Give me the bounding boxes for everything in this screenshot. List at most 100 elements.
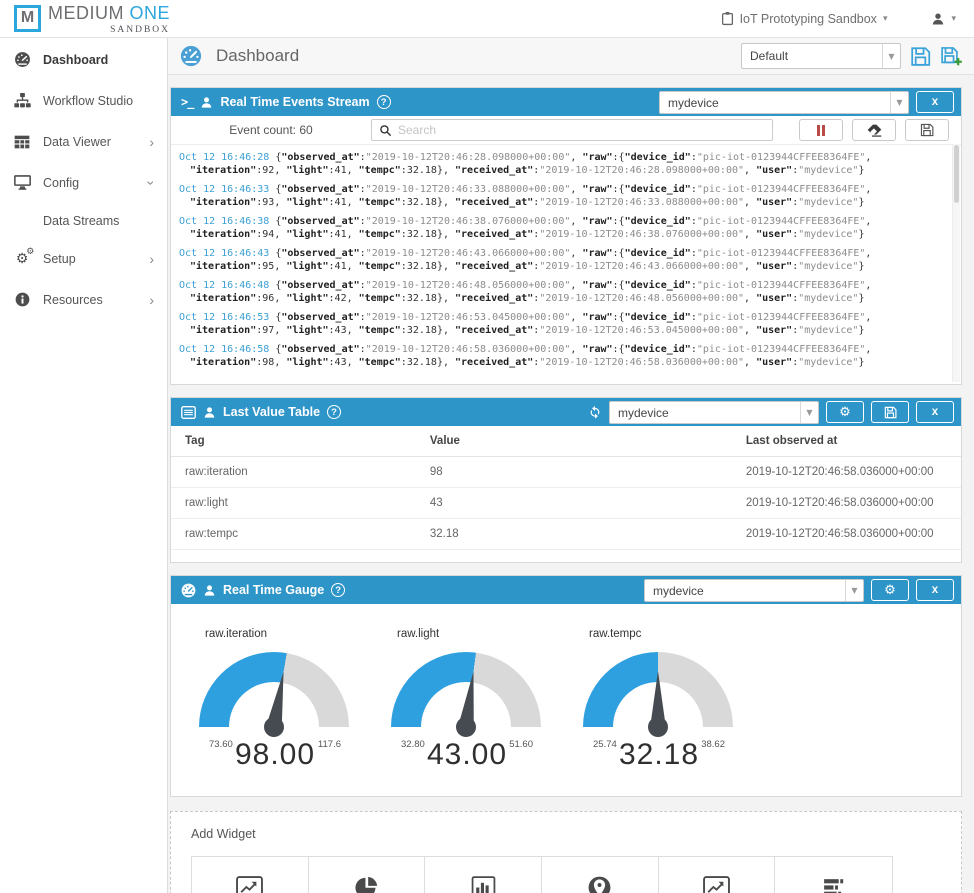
device-select-value: mydevice bbox=[610, 402, 800, 423]
help-icon[interactable]: ? bbox=[331, 583, 345, 597]
event-count: Event count: 60 bbox=[171, 123, 371, 137]
clear-button[interactable] bbox=[852, 119, 896, 141]
brand-name: MEDIUM ONE bbox=[48, 3, 170, 24]
panel-title: Last Value Table bbox=[223, 405, 320, 419]
gauge-panel: Real Time Gauge ? mydevice ▼ ⚙ x raw.ite… bbox=[170, 575, 962, 797]
help-icon[interactable]: ? bbox=[327, 405, 341, 419]
event-row: Oct 12 16:46:43 {"observed_at":"2019-10-… bbox=[179, 247, 945, 273]
save-button[interactable] bbox=[871, 401, 909, 423]
logo: M MEDIUM ONE SANDBOX bbox=[14, 3, 170, 35]
info-icon bbox=[13, 292, 31, 307]
scrollbar-thumb[interactable] bbox=[954, 145, 959, 203]
table-row: raw:light432019-10-12T20:46:58.036000+00… bbox=[171, 488, 961, 519]
save-icon bbox=[884, 406, 897, 419]
search-input[interactable] bbox=[398, 123, 765, 137]
environment-switcher[interactable]: IoT Prototyping Sandbox ▾ bbox=[721, 11, 888, 26]
save-new-icon[interactable] bbox=[940, 45, 962, 67]
gear-icon: ⚙ bbox=[839, 405, 851, 420]
add-widget-title: Add Widget bbox=[191, 827, 961, 841]
device-select[interactable]: mydevice ▼ bbox=[659, 91, 909, 114]
add-widget-table: Grouped Users Line Chart Grouped Users P… bbox=[191, 856, 893, 893]
search-icon bbox=[379, 124, 392, 137]
settings-button[interactable]: ⚙ bbox=[871, 579, 909, 601]
device-select-value: mydevice bbox=[660, 92, 890, 113]
sidebar-item-workflow-studio[interactable]: Workflow Studio bbox=[0, 80, 167, 121]
widget-single-user-cross-filter-chart[interactable]: Single User Cross Filter Chart bbox=[775, 857, 892, 893]
user-icon bbox=[203, 584, 216, 597]
gauges-row: raw.iteration 73.60 117.6 98.00 bbox=[171, 604, 961, 796]
gauge-label: raw.light bbox=[397, 628, 543, 640]
caret-down-icon: ▼ bbox=[890, 92, 908, 113]
sidebar-item-data-viewer[interactable]: Data Viewer › bbox=[0, 121, 167, 162]
pie-chart-icon bbox=[313, 872, 421, 893]
last-value-panel-header: Last Value Table ? mydevice ▼ ⚙ bbox=[171, 398, 961, 426]
gauge-label: raw.iteration bbox=[205, 628, 351, 640]
chevron-down-icon: › bbox=[144, 180, 160, 185]
device-select-value: mydevice bbox=[645, 580, 845, 601]
sidebar-item-data-streams[interactable]: Data Streams bbox=[0, 203, 167, 238]
close-button[interactable]: x bbox=[916, 91, 954, 113]
device-select[interactable]: mydevice ▼ bbox=[644, 579, 864, 602]
gears-icon: ⚙⚙ bbox=[13, 251, 31, 267]
desktop-icon bbox=[13, 175, 31, 190]
device-select[interactable]: mydevice ▼ bbox=[609, 401, 819, 424]
bar-chart-icon bbox=[429, 872, 537, 893]
widget-grouped-users-line-chart[interactable]: Grouped Users Line Chart bbox=[192, 857, 309, 893]
close-button[interactable]: x bbox=[916, 579, 954, 601]
chevron-right-icon: › bbox=[149, 134, 154, 150]
search-box[interactable] bbox=[371, 119, 773, 141]
gear-icon: ⚙ bbox=[884, 583, 896, 598]
sidebar: Dashboard Workflow Studio Data Viewer › … bbox=[0, 38, 168, 893]
page-header: Dashboard Default ▼ bbox=[168, 38, 974, 75]
settings-button[interactable]: ⚙ bbox=[826, 401, 864, 423]
user-icon bbox=[931, 12, 945, 26]
sidebar-item-config[interactable]: Config › bbox=[0, 162, 167, 203]
gauge-raw-tempc: raw.tempc 25.74 38.62 32.18 bbox=[583, 628, 735, 772]
add-widget-section: Add Widget Grouped Users Line Chart Grou bbox=[170, 811, 962, 893]
column-header-value: Value bbox=[416, 426, 732, 457]
sidebar-item-label: Resources bbox=[43, 293, 103, 307]
widget-grouped-users-bar-chart[interactable]: Grouped Users Bar Chart bbox=[425, 857, 542, 893]
caret-down-icon: ▾ bbox=[883, 14, 888, 24]
sidebar-item-resources[interactable]: Resources › bbox=[0, 279, 167, 320]
refresh-icon[interactable] bbox=[588, 405, 602, 419]
scrollbar[interactable] bbox=[952, 144, 960, 382]
sidebar-item-label: Data Streams bbox=[43, 214, 119, 228]
column-header-tag: Tag bbox=[171, 426, 416, 457]
chevron-right-icon: › bbox=[149, 251, 154, 267]
brand-subtitle: SANDBOX bbox=[48, 25, 170, 35]
chevron-right-icon: › bbox=[149, 292, 154, 308]
sidebar-item-setup[interactable]: ⚙⚙ Setup › bbox=[0, 238, 167, 279]
gauge-raw-iteration: raw.iteration 73.60 117.6 98.00 bbox=[199, 628, 351, 772]
help-icon[interactable]: ? bbox=[377, 95, 391, 109]
user-menu[interactable]: ▾ bbox=[931, 12, 956, 26]
sidebar-item-dashboard[interactable]: Dashboard bbox=[0, 39, 167, 80]
gauge-panel-header: Real Time Gauge ? mydevice ▼ ⚙ x bbox=[171, 576, 961, 604]
gauge-label: raw.tempc bbox=[589, 628, 735, 640]
close-button[interactable]: x bbox=[916, 401, 954, 423]
sidebar-item-label: Data Viewer bbox=[43, 135, 111, 149]
widget-grouped-users-geopoint-chart[interactable]: Grouped Users GeoPoint Chart bbox=[542, 857, 659, 893]
panel-title: Real Time Gauge bbox=[223, 583, 324, 597]
page-title: Dashboard bbox=[216, 46, 299, 66]
sidebar-item-label: Setup bbox=[43, 252, 76, 266]
save-icon[interactable] bbox=[910, 46, 931, 67]
sitemap-icon bbox=[13, 93, 31, 108]
events-stream-panel: >_ Real Time Events Stream ? mydevice ▼ … bbox=[170, 87, 962, 385]
user-icon bbox=[200, 96, 213, 109]
dashboard-preset-select[interactable]: Default ▼ bbox=[741, 43, 901, 69]
save-events-button[interactable] bbox=[905, 119, 949, 141]
sidebar-item-label: Config bbox=[43, 176, 79, 190]
last-value-tbody: raw:iteration982019-10-12T20:46:58.03600… bbox=[171, 457, 961, 550]
table-row: raw:tempc32.182019-10-12T20:46:58.036000… bbox=[171, 519, 961, 550]
widget-single-user-line-chart[interactable]: Single User Line Chart bbox=[659, 857, 776, 893]
widget-grouped-users-pie-chart[interactable]: Grouped Users Pie Chart bbox=[309, 857, 426, 893]
sidebar-item-label: Workflow Studio bbox=[43, 94, 133, 108]
user-icon bbox=[203, 406, 216, 419]
cross-filter-chart-icon bbox=[779, 872, 888, 893]
pause-button[interactable] bbox=[799, 119, 843, 141]
table-row: raw:iteration982019-10-12T20:46:58.03600… bbox=[171, 457, 961, 488]
sidebar-item-label: Dashboard bbox=[43, 53, 108, 67]
list-icon bbox=[181, 406, 196, 419]
event-row: Oct 12 16:46:33 {"observed_at":"2019-10-… bbox=[179, 183, 945, 209]
